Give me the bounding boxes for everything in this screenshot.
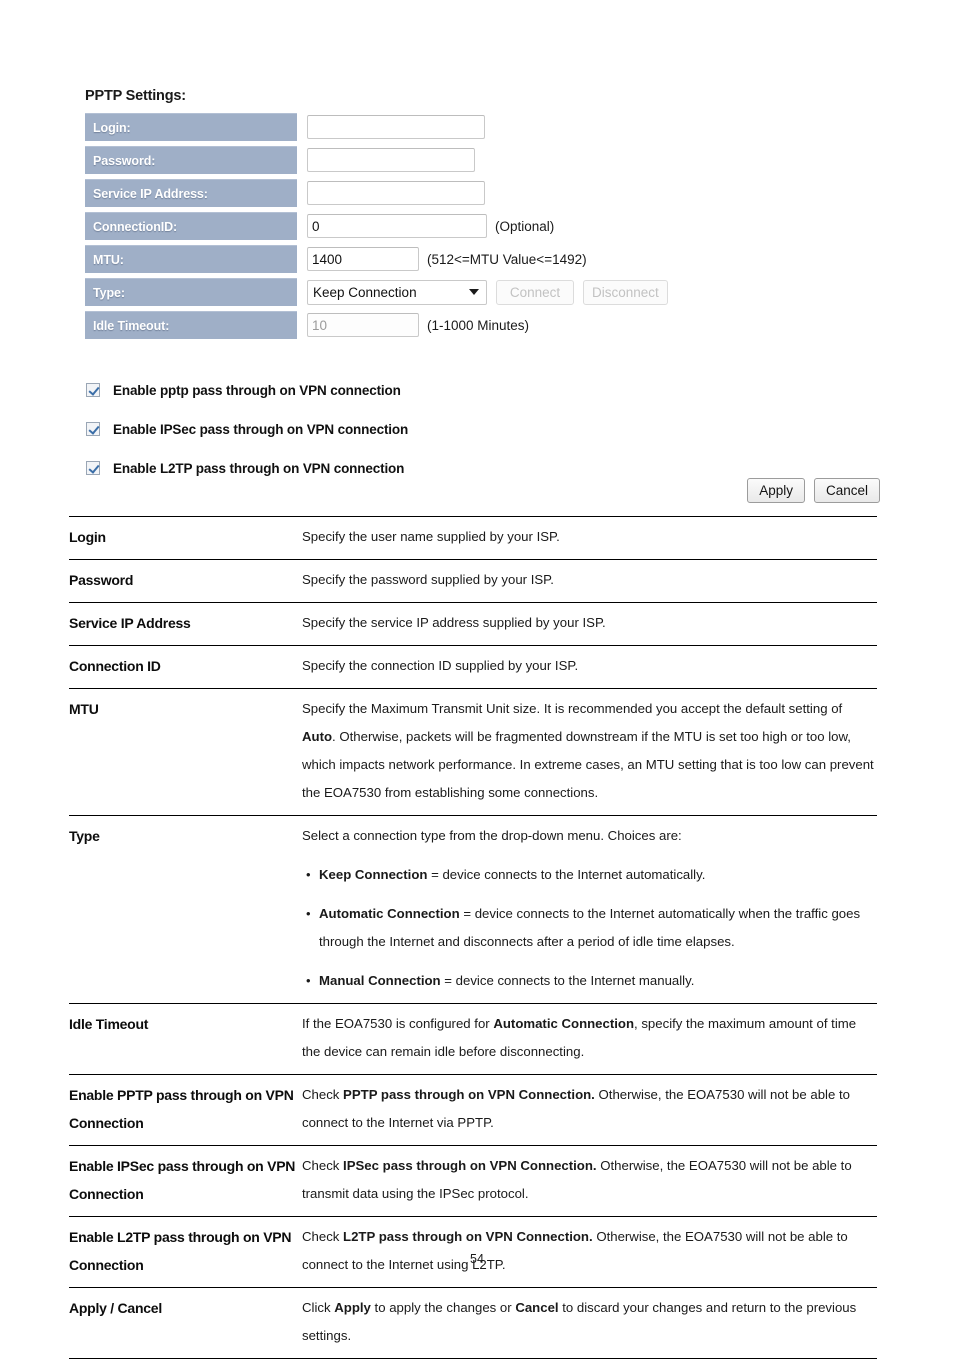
checkbox-row-ipsec-passthrough[interactable]: Enable IPSec pass through on VPN connect… xyxy=(86,419,866,439)
mtu-input[interactable] xyxy=(307,247,419,271)
description-intro: Select a connection type from the drop-d… xyxy=(302,828,682,843)
type-select[interactable]: Keep Connection xyxy=(307,279,487,305)
table-cell-description: Specify the Maximum Transmit Unit size. … xyxy=(302,688,877,816)
type-label: Type: xyxy=(85,278,297,306)
list-item: Keep Connection = device connects to the… xyxy=(306,861,877,889)
table-cell-term: Type xyxy=(69,815,302,1004)
form-row-service-ip-address: Service IP Address: xyxy=(85,179,905,207)
table-cell-term: Login xyxy=(69,516,302,560)
connection-id-label: ConnectionID: xyxy=(85,212,297,240)
form-row-password: Password: xyxy=(85,146,905,174)
table-cell-term: Service IP Address xyxy=(69,602,302,646)
cancel-button[interactable]: Cancel xyxy=(813,478,880,503)
table-cell-term: Connection ID xyxy=(69,645,302,689)
connection-id-hint: (Optional) xyxy=(495,218,555,234)
table-cell-term: Enable PPTP pass through on VPN Connecti… xyxy=(69,1074,302,1146)
table-row: Apply / Cancel Click Apply to apply the c… xyxy=(69,1287,877,1359)
apply-button[interactable]: Apply xyxy=(747,478,805,503)
service-ip-address-field-wrap xyxy=(307,181,485,205)
checkbox-row-l2tp-passthrough[interactable]: Enable L2TP pass through on VPN connecti… xyxy=(86,458,866,478)
table-cell-term: Idle Timeout xyxy=(69,1003,302,1075)
table-cell-description: Specify the password supplied by your IS… xyxy=(302,559,877,603)
table-cell-description: Click Apply to apply the changes or Canc… xyxy=(302,1287,877,1359)
form-row-connection-id: ConnectionID: (Optional) xyxy=(85,212,905,240)
idle-timeout-field-wrap: (1-1000 Minutes) xyxy=(307,313,529,337)
connection-id-field-wrap: (Optional) xyxy=(307,214,554,238)
password-input[interactable] xyxy=(307,148,475,172)
pptp-settings-panel: PPTP Settings: Login: Password: Service … xyxy=(85,88,905,344)
table-cell-description: Check PPTP pass through on VPN Connectio… xyxy=(302,1074,877,1146)
connection-id-input[interactable] xyxy=(307,214,487,238)
table-row: MTU Specify the Maximum Transmit Unit siz… xyxy=(69,688,877,816)
chevron-down-icon xyxy=(469,289,479,295)
table-cell-term: MTU xyxy=(69,688,302,816)
mtu-field-wrap: (512<=MTU Value<=1492) xyxy=(307,247,587,271)
disconnect-button[interactable]: Disconnect xyxy=(583,279,668,305)
checkbox-label-l2tp: Enable L2TP pass through on VPN connecti… xyxy=(113,460,405,476)
connect-button[interactable]: Connect xyxy=(496,279,574,305)
form-row-type: Type: Keep Connection Connect Disconnect xyxy=(85,278,905,306)
table-cell-description: Specify the connection ID supplied by yo… xyxy=(302,645,877,689)
table-row: Connection ID Specify the connection ID s… xyxy=(69,645,877,689)
table-cell-description: Check IPSec pass through on VPN Connecti… xyxy=(302,1145,877,1217)
idle-timeout-hint: (1-1000 Minutes) xyxy=(427,317,530,333)
table-row: Type Select a connection type from the dr… xyxy=(69,815,877,1004)
pptp-settings-title: PPTP Settings: xyxy=(85,88,186,104)
mtu-label: MTU: xyxy=(85,245,297,273)
table-cell-term: Password xyxy=(69,559,302,603)
table-row: Service IP Address Specify the service IP… xyxy=(69,602,877,646)
table-cell-description: If the EOA7530 is configured for Automat… xyxy=(302,1003,877,1075)
checkbox-checked-icon-l2tp[interactable] xyxy=(86,461,100,475)
login-field-wrap xyxy=(307,115,485,139)
type-select-value: Keep Connection xyxy=(313,284,417,300)
table-cell-term: Enable IPSec pass through on VPN Connect… xyxy=(69,1145,302,1217)
password-label: Password: xyxy=(85,146,297,174)
checkbox-label-pptp: Enable pptp pass through on VPN connecti… xyxy=(113,382,401,398)
login-label: Login: xyxy=(85,113,297,141)
description-bullet-list: Keep Connection = device connects to the… xyxy=(302,861,877,995)
page-number: 54 xyxy=(470,1252,484,1266)
type-field-wrap: Keep Connection Connect Disconnect xyxy=(307,279,668,305)
field-reference-table: Login Specify the user name supplied by y… xyxy=(69,516,877,1359)
form-row-idle-timeout: Idle Timeout: (1-1000 Minutes) xyxy=(85,311,905,339)
idle-timeout-label: Idle Timeout: xyxy=(85,311,297,339)
table-cell-description: Specify the user name supplied by your I… xyxy=(302,516,877,560)
table-cell-term: Apply / Cancel xyxy=(69,1287,302,1359)
table-row: Idle Timeout If the EOA7530 is configured… xyxy=(69,1003,877,1075)
list-item: Automatic Connection = device connects t… xyxy=(306,900,877,956)
mtu-hint: (512<=MTU Value<=1492) xyxy=(427,251,587,267)
list-item: Manual Connection = device connects to t… xyxy=(306,967,877,995)
checkbox-row-pptp-passthrough[interactable]: Enable pptp pass through on VPN connecti… xyxy=(86,380,866,400)
checkbox-checked-icon-ipsec[interactable] xyxy=(86,422,100,436)
login-input[interactable] xyxy=(307,115,485,139)
field-reference-table-body: Login Specify the user name supplied by y… xyxy=(69,516,877,1359)
table-cell-description: Select a connection type from the drop-d… xyxy=(302,815,877,1004)
service-ip-address-label: Service IP Address: xyxy=(85,179,297,207)
table-row: Password Specify the password supplied by… xyxy=(69,559,877,603)
service-ip-address-input[interactable] xyxy=(307,181,485,205)
checkbox-checked-icon-pptp[interactable] xyxy=(86,383,100,397)
table-row: Enable IPSec pass through on VPN Connect… xyxy=(69,1145,877,1217)
table-row: Login Specify the user name supplied by y… xyxy=(69,516,877,560)
form-row-mtu: MTU: (512<=MTU Value<=1492) xyxy=(85,245,905,273)
table-row: Enable PPTP pass through on VPN Connecti… xyxy=(69,1074,877,1146)
checkbox-label-ipsec: Enable IPSec pass through on VPN connect… xyxy=(113,421,409,437)
idle-timeout-input[interactable] xyxy=(307,313,419,337)
password-field-wrap xyxy=(307,148,475,172)
action-button-bar: Apply Cancel xyxy=(747,478,880,503)
form-row-login: Login: xyxy=(85,113,905,141)
table-cell-description: Specify the service IP address supplied … xyxy=(302,602,877,646)
